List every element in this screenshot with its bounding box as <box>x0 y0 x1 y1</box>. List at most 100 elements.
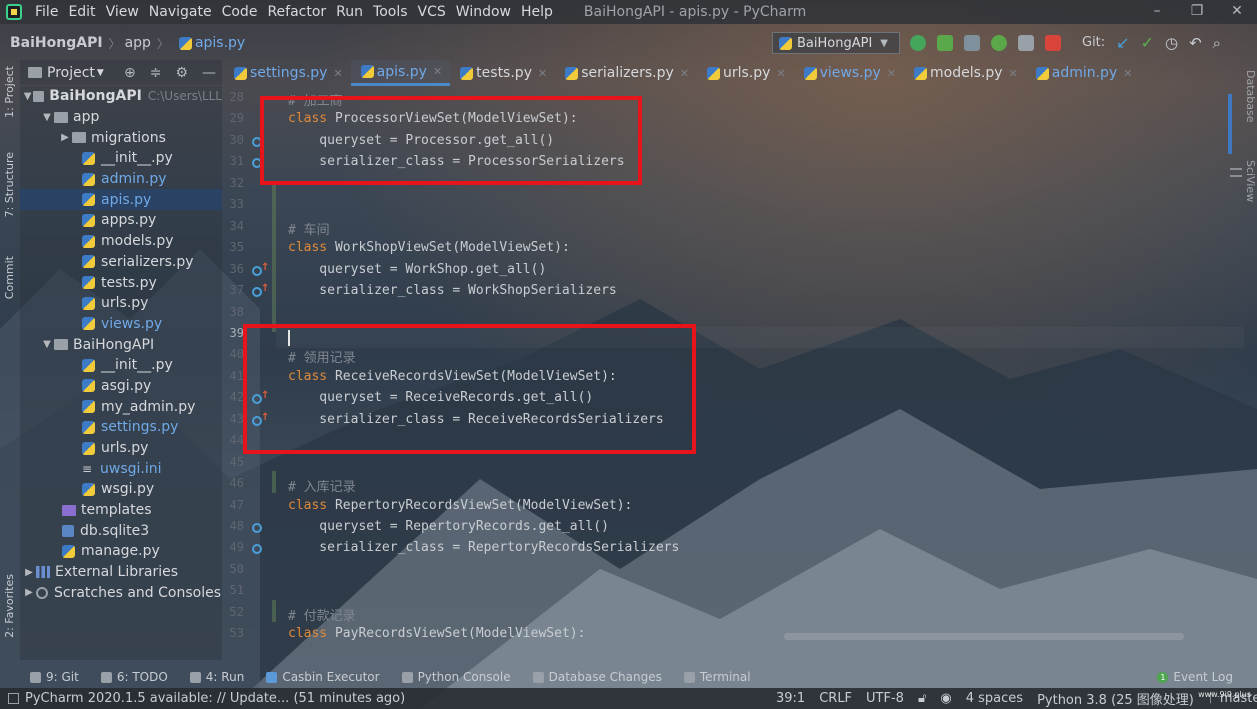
tree-item-file[interactable]: urls.py <box>20 293 222 314</box>
history-icon[interactable]: ◷ <box>1165 34 1178 52</box>
tab-sciview-tool[interactable]: SciView <box>1244 160 1257 202</box>
tab-structure-tool[interactable]: 7: Structure <box>3 152 16 217</box>
tab-serializers-py[interactable]: serializers.py ✕ <box>555 60 697 86</box>
tab-views-py[interactable]: views.py ✕ <box>794 60 904 86</box>
close-icon[interactable]: ✕ <box>1009 67 1018 80</box>
tree-item-file[interactable]: apps.py <box>20 210 222 231</box>
close-icon[interactable]: ✕ <box>538 67 547 80</box>
event-log-button[interactable]: 1 Event Log <box>1157 670 1233 684</box>
caret-position[interactable]: 39:1 <box>776 691 805 706</box>
tab-tests-py[interactable]: tests.py ✕ <box>450 60 555 86</box>
tab-apis-py[interactable]: apis.py ✕ <box>350 60 451 86</box>
tree-item-file[interactable]: tests.py <box>20 272 222 293</box>
undo-icon[interactable]: ↶ <box>1189 34 1202 52</box>
coverage-icon[interactable] <box>964 34 980 51</box>
close-icon[interactable]: ✕ <box>776 67 785 80</box>
menu-edit[interactable]: Edit <box>63 4 100 20</box>
tree-item-file[interactable]: __init__.py <box>20 355 222 376</box>
tree-item-file[interactable]: ≡ uwsgi.ini <box>20 458 222 479</box>
git-update-icon[interactable]: ↙ <box>1116 33 1129 52</box>
tab-settings-py[interactable]: settings.py ✕ <box>224 60 351 86</box>
tree-item-file[interactable]: db.sqlite3 <box>20 520 222 541</box>
tree-item-file[interactable]: models.py <box>20 231 222 252</box>
vertical-scrollbar[interactable] <box>1228 94 1232 154</box>
tree-item-file[interactable]: __init__.py <box>20 148 222 169</box>
stop-icon[interactable] <box>1045 34 1061 51</box>
breadcrumb-folder[interactable]: app <box>121 35 157 51</box>
run-configuration-select[interactable]: BaiHongAPI ▼ <box>772 32 900 54</box>
tab-commit-tool[interactable]: Commit <box>3 256 16 299</box>
minimize-icon[interactable]: – <box>1137 0 1177 24</box>
tree-item-file[interactable]: views.py <box>20 314 222 335</box>
breadcrumb-project[interactable]: BaiHongAPI <box>0 35 109 51</box>
expand-arrow-icon[interactable]: ▼ <box>22 91 33 102</box>
git-commit-icon[interactable]: ✓ <box>1141 33 1154 52</box>
tree-item-file[interactable]: settings.py <box>20 417 222 438</box>
tree-item-file[interactable]: serializers.py <box>20 252 222 273</box>
tree-item-file[interactable]: my_admin.py <box>20 396 222 417</box>
tab-project-tool[interactable]: 1: Project <box>3 66 16 118</box>
close-icon[interactable]: ✕ <box>1217 0 1257 24</box>
restore-icon[interactable]: ❐ <box>1177 0 1217 24</box>
close-icon[interactable]: ✕ <box>887 67 896 80</box>
override-method-icon[interactable] <box>252 544 262 555</box>
menu-view[interactable]: View <box>101 4 144 20</box>
menu-tools[interactable]: Tools <box>368 4 413 20</box>
tree-item-file[interactable]: asgi.py <box>20 376 222 397</box>
menu-refactor[interactable]: Refactor <box>262 4 331 20</box>
close-icon[interactable]: ✕ <box>433 65 442 78</box>
locate-icon[interactable]: ⊕ <box>124 65 136 81</box>
close-icon[interactable]: ✕ <box>1123 67 1132 80</box>
menu-file[interactable]: File <box>30 4 63 20</box>
search-icon[interactable]: ⌕ <box>1213 34 1221 52</box>
profile-icon[interactable] <box>991 34 1007 51</box>
tree-item-scratches[interactable]: ▶ Scratches and Consoles <box>20 583 222 604</box>
override-method-icon[interactable] <box>252 262 269 276</box>
code-editor[interactable]: 28 29 30 31 32 33 34 35 36 37 38 39 40 41 42 43 44 45 46 47… <box>224 86 1244 646</box>
status-message[interactable]: PyCharm 2020.1.5 available: // Update...… <box>8 691 405 706</box>
close-icon[interactable]: ✕ <box>333 67 342 80</box>
rerun-icon[interactable] <box>910 34 926 51</box>
menu-code[interactable]: Code <box>217 4 263 20</box>
collapse-arrow-icon[interactable]: ▶ <box>22 587 36 598</box>
chevron-down-icon[interactable]: ▼ <box>97 68 104 78</box>
tree-item-file[interactable]: wsgi.py <box>20 479 222 500</box>
tree-item-package[interactable]: ▼ BaiHongAPI <box>20 334 222 355</box>
menu-navigate[interactable]: Navigate <box>144 4 217 20</box>
horizontal-scrollbar[interactable] <box>784 633 1184 640</box>
tab-admin-py[interactable]: admin.py ✕ <box>1026 60 1141 86</box>
indent-setting[interactable]: 4 spaces <box>966 691 1023 706</box>
debug-icon[interactable] <box>937 34 953 51</box>
tree-item-root[interactable]: ▼ BaiHongAPI C:\Users\LLL <box>20 86 222 107</box>
tab-urls-py[interactable]: urls.py ✕ <box>697 60 794 86</box>
tree-item-external-libraries[interactable]: ▶ External Libraries <box>20 562 222 583</box>
tool-database-changes[interactable]: Database Changes <box>532 670 662 684</box>
expand-arrow-icon[interactable]: ▼ <box>40 112 54 123</box>
override-method-icon[interactable] <box>252 523 262 533</box>
project-panel-title[interactable]: Project <box>47 65 95 81</box>
tool-todo[interactable]: 6: TODO <box>100 670 168 684</box>
tool-run[interactable]: 4: Run <box>189 670 244 684</box>
expand-arrow-icon[interactable]: ▼ <box>40 339 54 350</box>
tab-models-py[interactable]: models.py ✕ <box>904 60 1026 86</box>
hide-icon[interactable]: — <box>202 65 216 81</box>
tool-casbin-executor[interactable]: Casbin Executor <box>266 670 380 684</box>
override-method-icon[interactable] <box>252 283 269 298</box>
build-icon[interactable] <box>1018 34 1034 51</box>
tool-terminal[interactable]: Terminal <box>683 670 751 684</box>
collapse-all-icon[interactable]: ≑ <box>150 65 162 81</box>
tree-item-migrations[interactable]: ▶ migrations <box>20 127 222 148</box>
menu-help[interactable]: Help <box>516 4 558 20</box>
collapse-arrow-icon[interactable]: ▶ <box>58 132 72 143</box>
python-interpreter[interactable]: Python 3.8 (25 图像处理) <box>1037 689 1194 708</box>
tree-item-file[interactable]: admin.py <box>20 169 222 190</box>
tab-favorites-tool[interactable]: 2: Favorites <box>3 574 16 638</box>
tree-item-file[interactable]: manage.py <box>20 541 222 562</box>
tool-python-console[interactable]: Python Console <box>401 670 511 684</box>
menu-vcs[interactable]: VCS <box>413 4 451 20</box>
collapse-arrow-icon[interactable]: ▶ <box>22 567 36 578</box>
tab-database-tool[interactable]: Database <box>1244 70 1257 123</box>
menu-run[interactable]: Run <box>331 4 368 20</box>
gear-icon[interactable]: ⚙ <box>175 65 188 81</box>
file-encoding[interactable]: UTF-8 <box>866 691 904 706</box>
